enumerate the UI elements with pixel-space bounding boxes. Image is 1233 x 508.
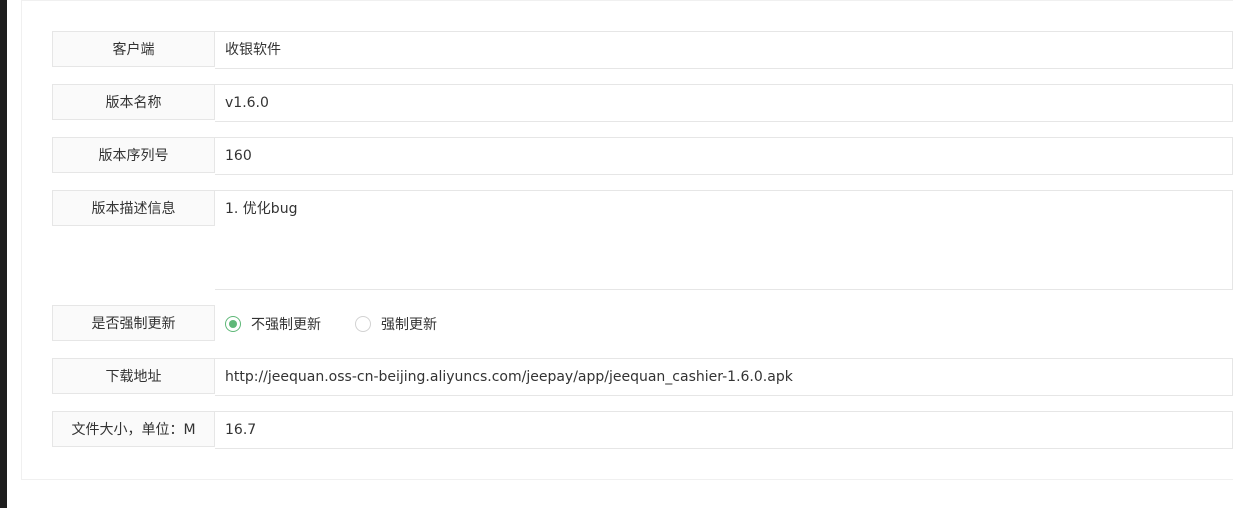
client-row: 客户端 收银软件: [52, 31, 1233, 69]
file-size-label: 文件大小，单位：M: [52, 411, 215, 447]
window-edge: [0, 0, 7, 508]
force-update-row: 是否强制更新 不强制更新 强制更新: [52, 305, 1233, 343]
version-form: 客户端 收银软件 版本名称 v1.6.0 版本序列号 160 版本描述信息 1.…: [52, 31, 1233, 464]
download-url-input[interactable]: http://jeequan.oss-cn-beijing.aliyuncs.c…: [215, 358, 1233, 396]
radio-force[interactable]: 强制更新: [355, 314, 437, 334]
version-code-label: 版本序列号: [52, 137, 215, 173]
file-size-row: 文件大小，单位：M 16.7: [52, 411, 1233, 449]
radio-force-label: 强制更新: [381, 317, 437, 333]
description-row: 版本描述信息 1. 优化bug: [52, 190, 1233, 290]
version-name-input[interactable]: v1.6.0: [215, 84, 1233, 122]
force-update-label: 是否强制更新: [52, 305, 215, 341]
radio-no-force[interactable]: 不强制更新: [225, 314, 321, 334]
force-update-radio-group: 不强制更新 强制更新: [215, 305, 1233, 343]
app-frame: 客户端 收银软件 版本名称 v1.6.0 版本序列号 160 版本描述信息 1.…: [0, 0, 1233, 508]
version-name-row: 版本名称 v1.6.0: [52, 84, 1233, 122]
description-label: 版本描述信息: [52, 190, 215, 226]
radio-checked-icon[interactable]: [225, 316, 241, 332]
client-label: 客户端: [52, 31, 215, 67]
version-name-label: 版本名称: [52, 84, 215, 120]
version-code-row: 版本序列号 160: [52, 137, 1233, 175]
version-code-input[interactable]: 160: [215, 137, 1233, 175]
description-textarea[interactable]: 1. 优化bug: [215, 190, 1233, 290]
download-label: 下载地址: [52, 358, 215, 394]
client-input[interactable]: 收银软件: [215, 31, 1233, 69]
file-size-input[interactable]: 16.7: [215, 411, 1233, 449]
download-row: 下载地址 http://jeequan.oss-cn-beijing.aliyu…: [52, 358, 1233, 396]
radio-no-force-label: 不强制更新: [251, 317, 321, 333]
radio-unchecked-icon[interactable]: [355, 316, 371, 332]
